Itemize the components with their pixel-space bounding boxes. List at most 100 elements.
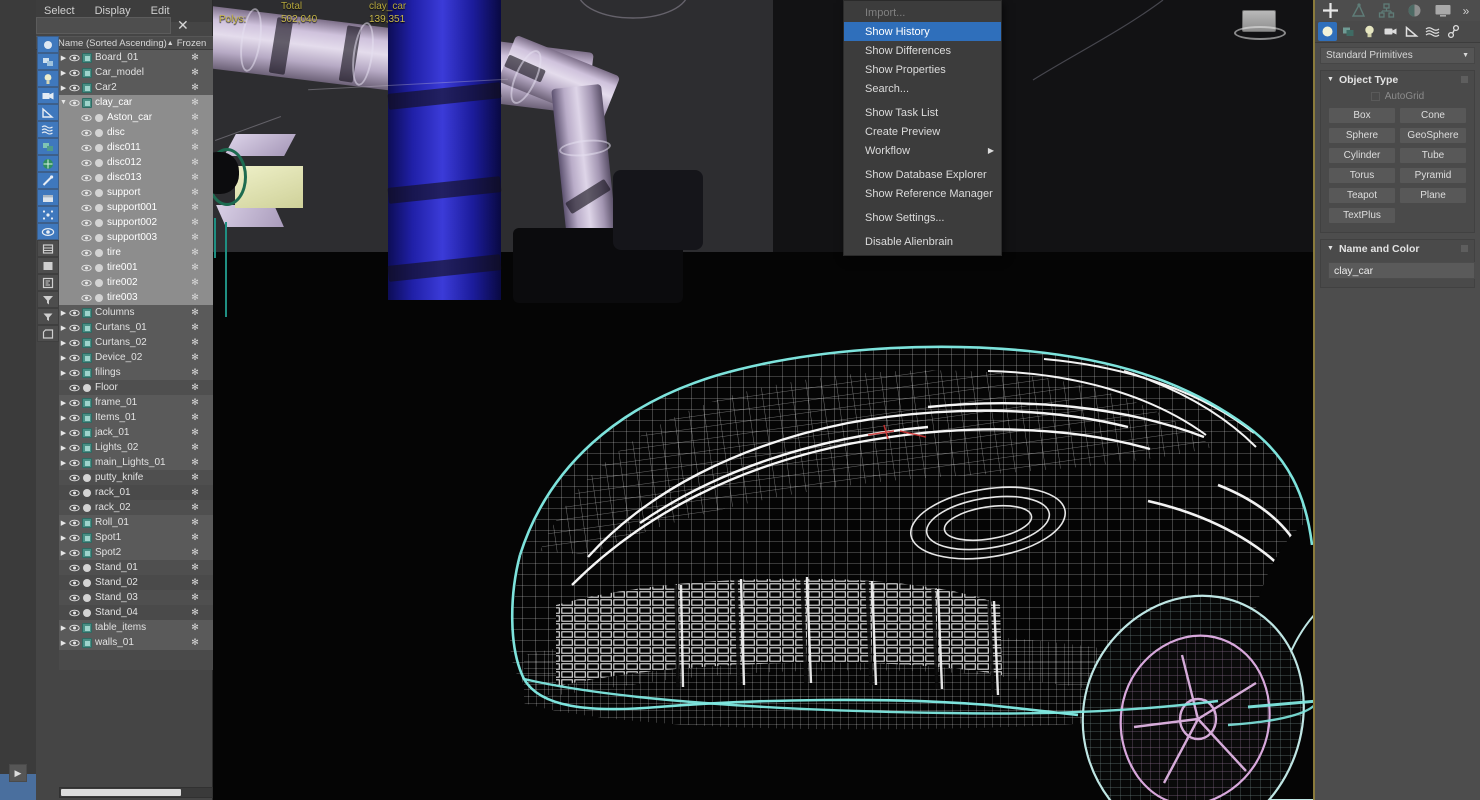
primitive-button-teapot[interactable]: Teapot (1328, 187, 1396, 204)
systems-subtab[interactable] (1444, 22, 1463, 41)
expand-triangle-icon[interactable]: ▶ (59, 339, 68, 347)
space-warps-subtab[interactable] (1423, 22, 1442, 41)
cameras-subtab[interactable] (1381, 22, 1400, 41)
visibility-eye-icon[interactable] (80, 144, 92, 152)
more-tabs-icon[interactable]: » (1457, 4, 1475, 18)
menu-item-show-history[interactable]: Show History (844, 22, 1001, 41)
helpers-subtab[interactable] (1402, 22, 1421, 41)
visibility-eye-icon[interactable] (68, 459, 80, 467)
frozen-toggle-icon[interactable]: ✻ (177, 52, 213, 63)
expand-triangle-icon[interactable]: ▶ (59, 84, 68, 92)
frozen-toggle-icon[interactable]: ✻ (177, 592, 213, 603)
sort-filter-icon[interactable] (37, 308, 59, 325)
visibility-eye-icon[interactable] (68, 339, 80, 347)
menu-item-create-preview[interactable]: Create Preview (844, 122, 1001, 141)
scene-list-item[interactable]: putty_knife✻ (59, 470, 213, 485)
visibility-eye-icon[interactable] (68, 504, 80, 512)
frozen-toggle-icon[interactable]: ✻ (177, 412, 213, 423)
visibility-eye-icon[interactable] (68, 489, 80, 497)
primitive-button-plane[interactable]: Plane (1399, 187, 1467, 204)
autogrid-checkbox[interactable] (1371, 92, 1380, 101)
frozen-toggle-icon[interactable]: ✻ (177, 577, 213, 588)
scene-list-item[interactable]: ▶Spot1✻ (59, 530, 213, 545)
visibility-eye-icon[interactable] (68, 594, 80, 602)
frozen-toggle-icon[interactable]: ✻ (177, 307, 213, 318)
visibility-eye-icon[interactable] (80, 129, 92, 137)
primitive-button-torus[interactable]: Torus (1328, 167, 1396, 184)
visibility-eye-icon[interactable] (68, 309, 80, 317)
primitive-button-box[interactable]: Box (1328, 107, 1396, 124)
visibility-icon[interactable] (37, 223, 59, 240)
scene-list-item[interactable]: tire002✻ (59, 275, 213, 290)
scene-list-item[interactable]: support002✻ (59, 215, 213, 230)
frozen-toggle-icon[interactable]: ✻ (177, 157, 213, 168)
visibility-eye-icon[interactable] (68, 84, 80, 92)
primitive-button-sphere[interactable]: Sphere (1328, 127, 1396, 144)
scene-list-item[interactable]: Stand_01✻ (59, 560, 213, 575)
menu-item-show-differences[interactable]: Show Differences (844, 41, 1001, 60)
frozen-toggle-icon[interactable]: ✻ (177, 187, 213, 198)
scene-list-item[interactable]: ▶Lights_02✻ (59, 440, 213, 455)
expand-triangle-icon[interactable]: ▶ (59, 69, 68, 77)
display-none-icon[interactable] (37, 36, 59, 53)
frozen-toggle-icon[interactable]: ✻ (177, 472, 213, 483)
frozen-toggle-icon[interactable]: ✻ (177, 127, 213, 138)
scene-list-item[interactable]: ▶Board_01✻ (59, 50, 213, 65)
expand-triangle-icon[interactable]: ▶ (59, 549, 68, 557)
scene-list-item[interactable]: ▶main_Lights_01✻ (59, 455, 213, 470)
frozen-toggle-icon[interactable]: ✻ (177, 322, 213, 333)
primitive-button-textplus[interactable]: TextPlus (1328, 207, 1396, 224)
visibility-eye-icon[interactable] (80, 249, 92, 257)
visibility-eye-icon[interactable] (68, 54, 80, 62)
frozen-toggle-icon[interactable]: ✻ (177, 607, 213, 618)
scene-list-item[interactable]: ▶walls_01✻ (59, 635, 213, 650)
expand-triangle-icon[interactable]: ▶ (59, 534, 68, 542)
scene-list-item[interactable]: tire✻ (59, 245, 213, 260)
rollout-pin-icon[interactable] (1461, 245, 1468, 252)
visibility-eye-icon[interactable] (68, 429, 80, 437)
expand-triangle-icon[interactable]: ▶ (59, 639, 68, 647)
frozen-toggle-icon[interactable]: ✻ (177, 142, 213, 153)
primitive-button-cone[interactable]: Cone (1399, 107, 1467, 124)
expand-triangle-icon[interactable]: ▶ (59, 429, 68, 437)
visibility-eye-icon[interactable] (68, 549, 80, 557)
scene-list-item[interactable]: ▶Items_01✻ (59, 410, 213, 425)
frozen-toggle-icon[interactable]: ✻ (177, 247, 213, 258)
visibility-eye-icon[interactable] (80, 294, 92, 302)
object-type-rollout-header[interactable]: ▼ Object Type (1321, 71, 1474, 88)
scene-list-item[interactable]: support✻ (59, 185, 213, 200)
shapes-subtab[interactable] (1339, 22, 1358, 41)
groups-icon[interactable] (37, 138, 59, 155)
containers-icon[interactable] (37, 189, 59, 206)
visibility-eye-icon[interactable] (80, 114, 92, 122)
frozen-toggle-icon[interactable]: ✻ (177, 487, 213, 498)
frozen-toggle-icon[interactable]: ✻ (177, 82, 213, 93)
primitive-category-dropdown[interactable]: Standard Primitives ▼ (1320, 47, 1475, 64)
visibility-eye-icon[interactable] (68, 324, 80, 332)
expand-triangle-icon[interactable]: ▶ (59, 399, 68, 407)
frozen-toggle-icon[interactable]: ✻ (177, 517, 213, 528)
scene-list-item[interactable]: rack_02✻ (59, 500, 213, 515)
expand-triangle-icon[interactable]: ▶ (59, 414, 68, 422)
scene-list-item[interactable]: Aston_car✻ (59, 110, 213, 125)
frozen-toggle-icon[interactable]: ✻ (177, 232, 213, 243)
space-warps-icon[interactable] (37, 121, 59, 138)
frozen-toggle-icon[interactable]: ✻ (177, 382, 213, 393)
scene-list-item[interactable]: ▶Car2✻ (59, 80, 213, 95)
visibility-eye-icon[interactable] (68, 519, 80, 527)
particles-icon[interactable] (37, 206, 59, 223)
layers-icon[interactable] (37, 240, 59, 257)
visibility-eye-icon[interactable] (68, 579, 80, 587)
scene-object-list[interactable]: ▶Board_01✻▶Car_model✻▶Car2✻▼clay_car✻Ast… (59, 50, 213, 670)
scene-list-item[interactable]: ▶Columns✻ (59, 305, 213, 320)
flat-list-icon[interactable] (37, 257, 59, 274)
visibility-eye-icon[interactable] (68, 354, 80, 362)
scene-list-item[interactable]: disc013✻ (59, 170, 213, 185)
cameras-icon[interactable] (37, 87, 59, 104)
create-tab[interactable] (1317, 1, 1344, 20)
geometry-subtab[interactable] (1318, 22, 1337, 41)
hierarchy-tab[interactable] (1373, 1, 1400, 20)
frozen-toggle-icon[interactable]: ✻ (177, 217, 213, 228)
visibility-eye-icon[interactable] (68, 474, 80, 482)
scrollbar-thumb[interactable] (61, 789, 181, 796)
